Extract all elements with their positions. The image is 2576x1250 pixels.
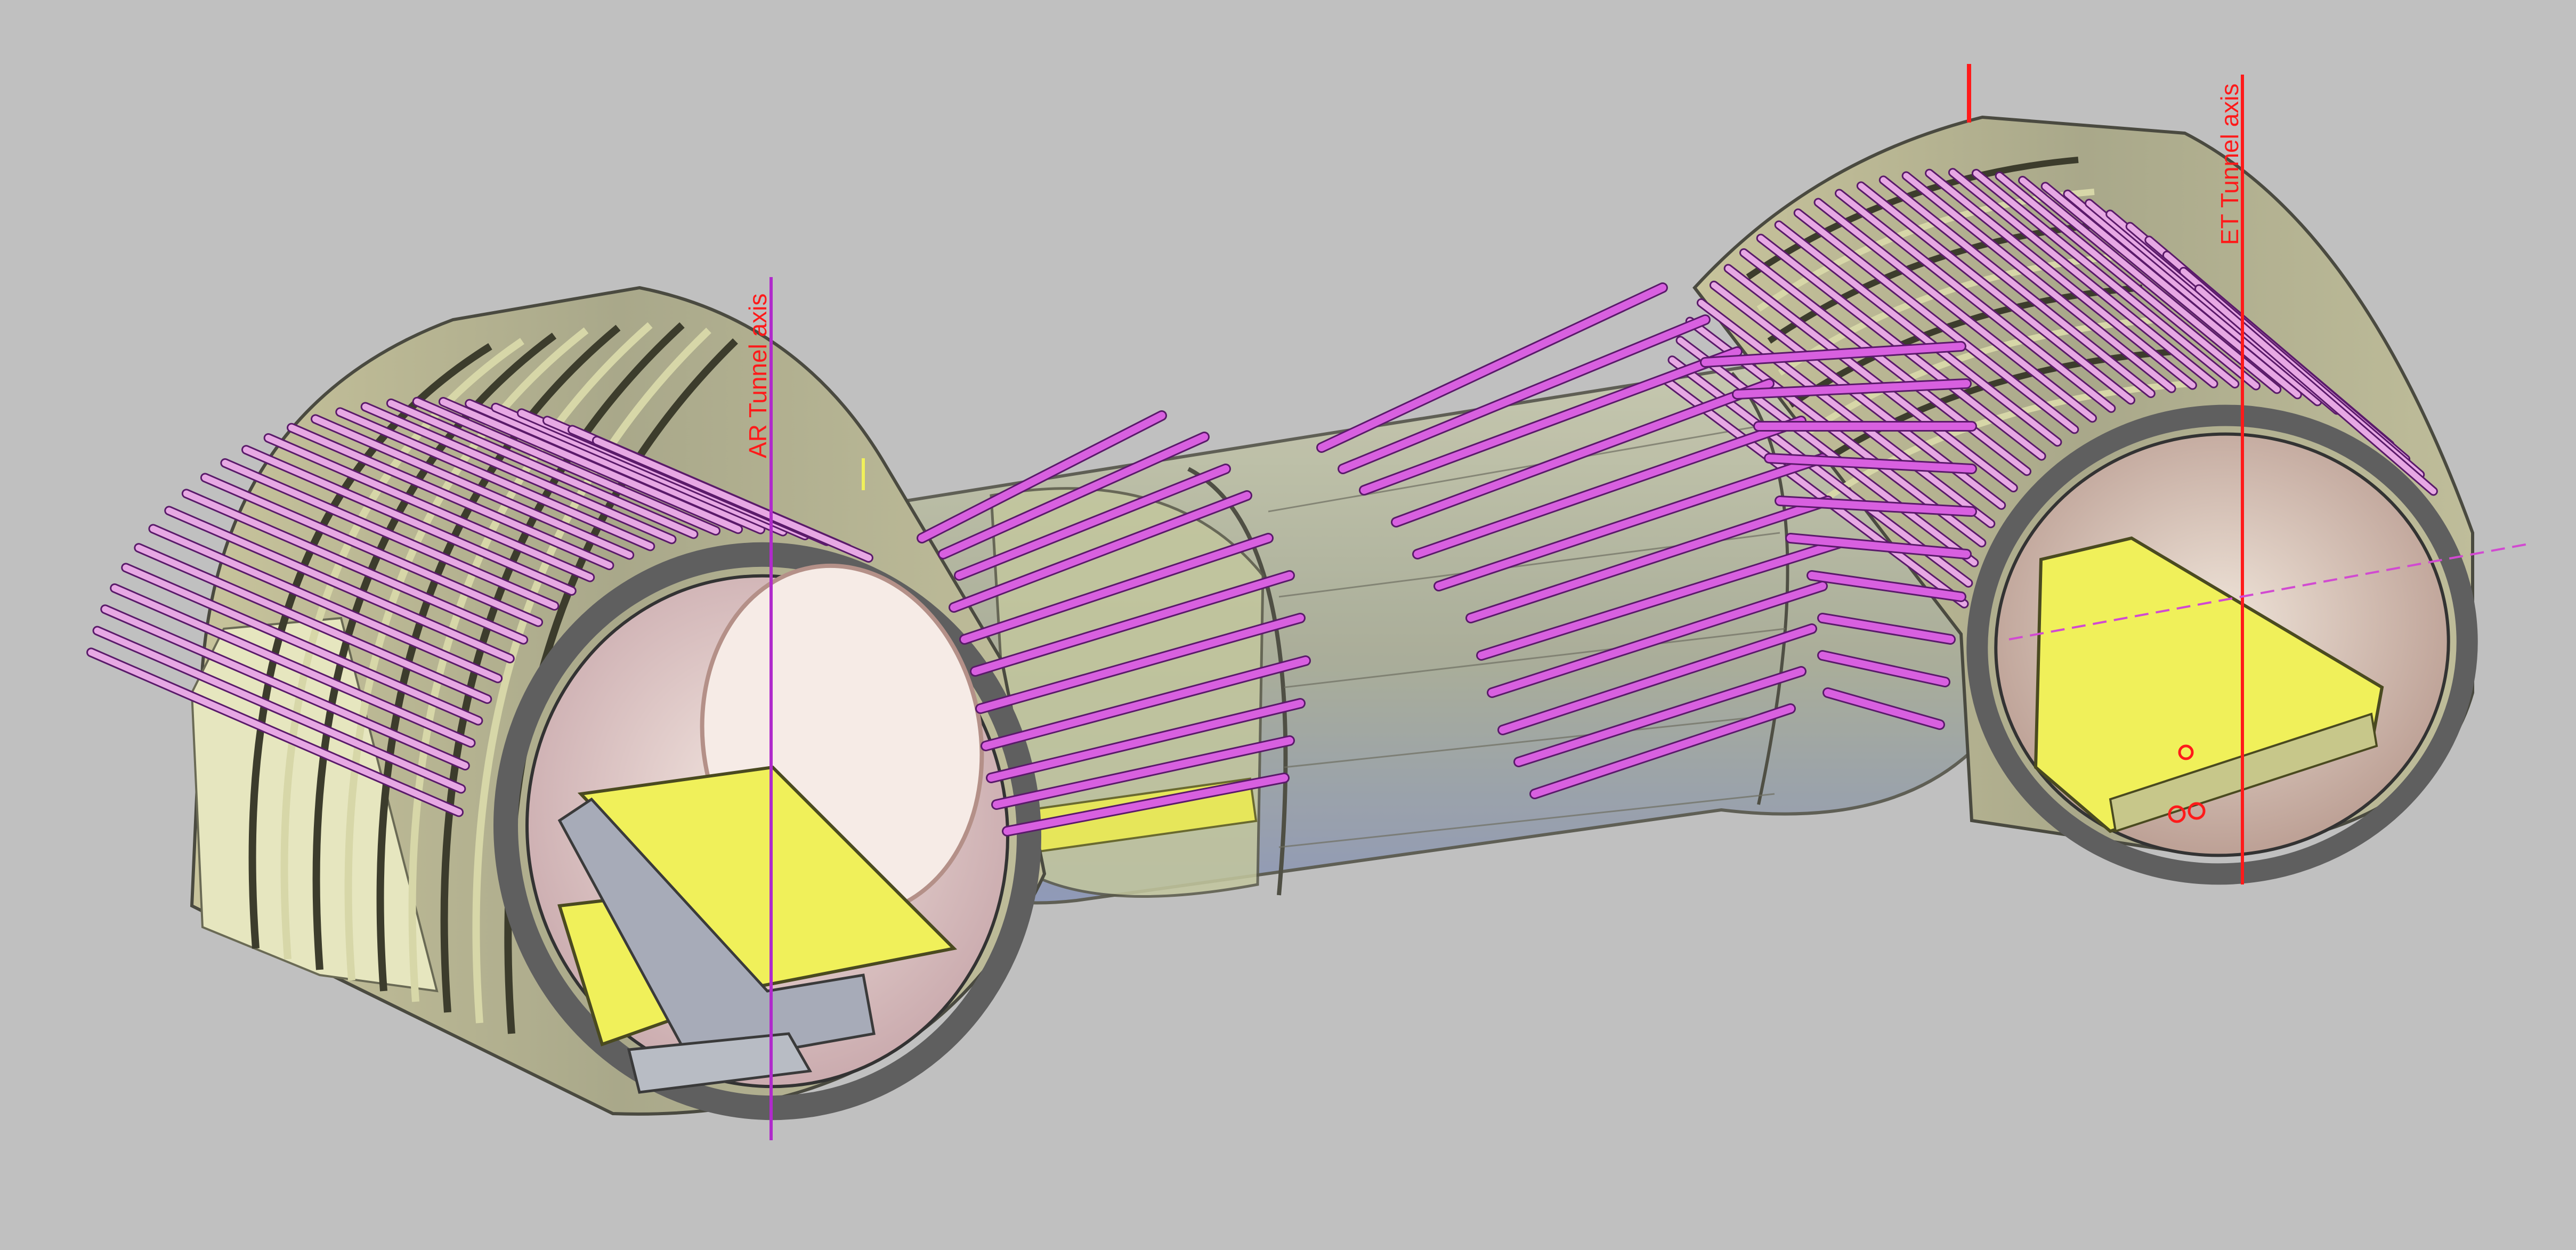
right-axis-label: ET Tunnel axis bbox=[2216, 84, 2243, 245]
cad-3d-viewport[interactable]: AR Tunnel axis ET Tunnel axis bbox=[0, 0, 2576, 1250]
left-axis-label: AR Tunnel axis bbox=[744, 294, 772, 458]
